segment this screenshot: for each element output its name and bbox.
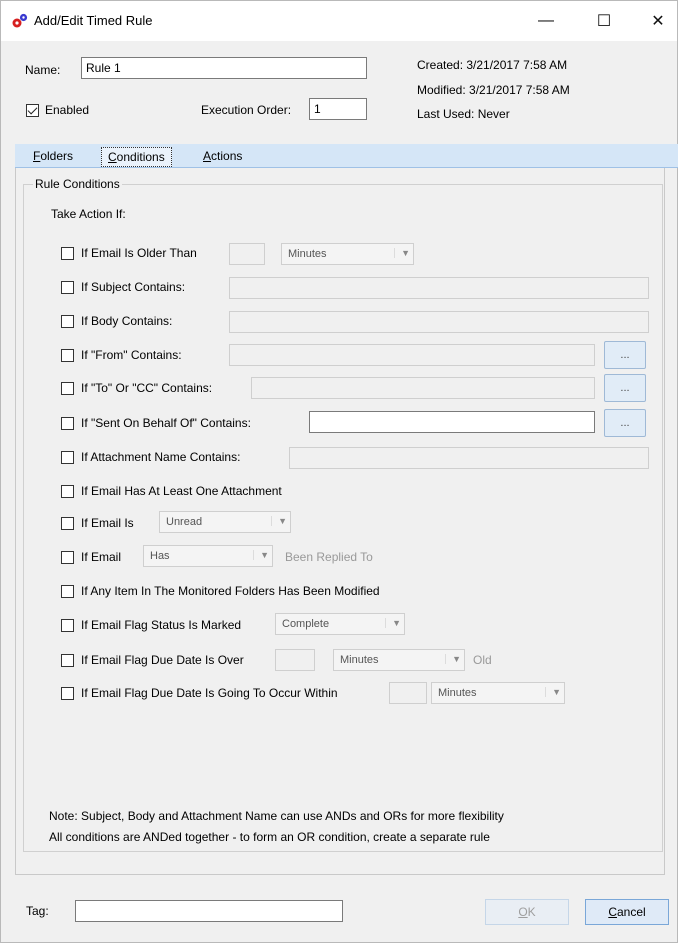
due-within-unit-dropdown[interactable]: Minutes ▼ [431, 682, 565, 704]
from-browse-button[interactable]: ... [604, 341, 646, 369]
attachment-name-checkbox[interactable] [61, 451, 74, 464]
cancel-button[interactable]: Cancel [585, 899, 669, 925]
behalf-checkbox[interactable] [61, 417, 74, 430]
name-label: Name: [25, 63, 61, 77]
due-over-checkbox[interactable] [61, 654, 74, 667]
modified-item-label: If Any Item In The Monitored Folders Has… [81, 584, 380, 598]
group-title: Rule Conditions [33, 177, 122, 191]
to-cc-input[interactable] [251, 377, 595, 399]
tab-folders[interactable]: Folders [27, 147, 79, 167]
name-input[interactable]: Rule 1 [81, 57, 367, 79]
behalf-browse-button[interactable]: ... [604, 409, 646, 437]
to-cc-checkbox[interactable] [61, 382, 74, 395]
close-button[interactable]: ✕ [635, 1, 678, 41]
created-text: Created: 3/21/2017 7:58 AM [417, 58, 568, 72]
due-over-suffix: Old [473, 653, 492, 667]
note-line-1: Note: Subject, Body and Attachment Name … [49, 809, 504, 823]
flag-status-label: If Email Flag Status Is Marked [81, 618, 242, 632]
email-is-dropdown[interactable]: Unread ▼ [159, 511, 291, 533]
tab-strip: Folders Conditions Actions [15, 144, 678, 168]
subject-input[interactable] [229, 277, 649, 299]
due-over-label: If Email Flag Due Date Is Over [81, 653, 244, 667]
execution-order-label: Execution Order: [201, 103, 292, 117]
take-action-label: Take Action If: [51, 207, 126, 221]
due-within-label: If Email Flag Due Date Is Going To Occur… [81, 686, 338, 700]
behalf-label: If "Sent On Behalf Of" Contains: [81, 416, 251, 430]
subject-label: If Subject Contains: [81, 280, 186, 294]
execution-order-input[interactable]: 1 [309, 98, 367, 120]
tab-conditions[interactable]: Conditions [101, 147, 172, 167]
chevron-down-icon: ▼ [394, 248, 410, 258]
body-input[interactable] [229, 311, 649, 333]
email-is-label: If Email Is [81, 516, 134, 530]
modified-text: Modified: 3/21/2017 7:58 AM [417, 83, 570, 97]
email-replied-dropdown[interactable]: Has ▼ [143, 545, 273, 567]
chevron-down-icon: ▼ [253, 550, 269, 560]
email-replied-checkbox[interactable] [61, 551, 74, 564]
due-within-value[interactable] [389, 682, 427, 704]
enabled-label: Enabled [45, 103, 90, 117]
chevron-down-icon: ▼ [445, 654, 461, 664]
note-line-2: All conditions are ANDed together - to f… [49, 830, 490, 844]
title-bar: Add/Edit Timed Rule — ☐ ✕ [1, 1, 677, 41]
modified-item-checkbox[interactable] [61, 585, 74, 598]
window-title: Add/Edit Timed Rule [34, 13, 153, 28]
maximize-button[interactable]: ☐ [581, 1, 627, 41]
last-used-text: Last Used: Never [417, 107, 510, 121]
from-label: If "From" Contains: [81, 348, 182, 362]
flag-status-checkbox[interactable] [61, 619, 74, 632]
due-over-value[interactable] [275, 649, 315, 671]
older-than-unit-dropdown[interactable]: Minutes ▼ [281, 243, 414, 265]
chevron-down-icon: ▼ [271, 516, 287, 526]
minimize-button[interactable]: — [523, 1, 569, 41]
enabled-checkbox[interactable] [26, 104, 39, 117]
attachment-name-label: If Attachment Name Contains: [81, 450, 241, 464]
has-attachment-checkbox[interactable] [61, 485, 74, 498]
older-than-value[interactable] [229, 243, 265, 265]
behalf-input[interactable] [309, 411, 595, 433]
has-attachment-label: If Email Has At Least One Attachment [81, 484, 282, 498]
due-within-checkbox[interactable] [61, 687, 74, 700]
tag-label: Tag: [26, 904, 49, 918]
email-replied-label: If Email [81, 550, 122, 564]
from-checkbox[interactable] [61, 349, 74, 362]
tab-actions[interactable]: Actions [197, 147, 248, 167]
gears-icon [12, 13, 28, 28]
chevron-down-icon: ▼ [545, 687, 561, 697]
older-than-label: If Email Is Older Than [81, 246, 197, 260]
body-checkbox[interactable] [61, 315, 74, 328]
email-replied-suffix: Been Replied To [285, 550, 373, 564]
tag-input[interactable] [75, 900, 343, 922]
dialog-window: Add/Edit Timed Rule — ☐ ✕ Name: Rule 1 E… [0, 0, 678, 943]
due-over-unit-dropdown[interactable]: Minutes ▼ [333, 649, 465, 671]
attachment-name-input[interactable] [289, 447, 649, 469]
from-input[interactable] [229, 344, 595, 366]
flag-status-dropdown[interactable]: Complete ▼ [275, 613, 405, 635]
subject-checkbox[interactable] [61, 281, 74, 294]
older-than-checkbox[interactable] [61, 247, 74, 260]
to-cc-browse-button[interactable]: ... [604, 374, 646, 402]
to-cc-label: If "To" Or "CC" Contains: [81, 381, 213, 395]
chevron-down-icon: ▼ [385, 618, 401, 628]
email-is-checkbox[interactable] [61, 517, 74, 530]
ok-button[interactable]: OK [485, 899, 569, 925]
body-label: If Body Contains: [81, 314, 173, 328]
